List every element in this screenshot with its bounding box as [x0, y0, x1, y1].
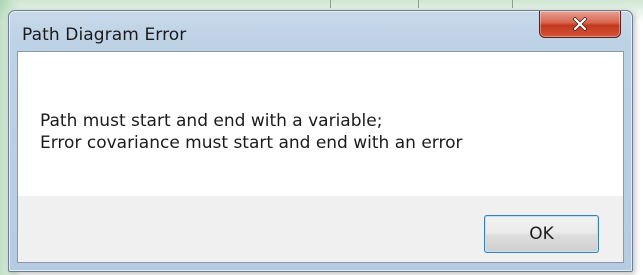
error-message-line-1: Path must start and end with a variable;: [40, 111, 383, 131]
error-dialog: Path Diagram Error Path must start and e…: [8, 10, 633, 272]
error-message-line-2: Error covariance must start and end with…: [40, 133, 463, 153]
background-ticks: [0, 0, 643, 8]
message-area: Path must start and end with a variable;…: [18, 52, 623, 196]
dialog-title: Path Diagram Error: [22, 25, 187, 45]
error-message: Path must start and end with a variable;…: [40, 110, 462, 154]
close-button[interactable]: [539, 11, 621, 38]
close-icon: [573, 17, 587, 31]
dialog-body: Path must start and end with a variable;…: [17, 51, 624, 263]
dialog-titlebar[interactable]: Path Diagram Error: [9, 11, 632, 51]
ok-button[interactable]: OK: [484, 215, 599, 253]
